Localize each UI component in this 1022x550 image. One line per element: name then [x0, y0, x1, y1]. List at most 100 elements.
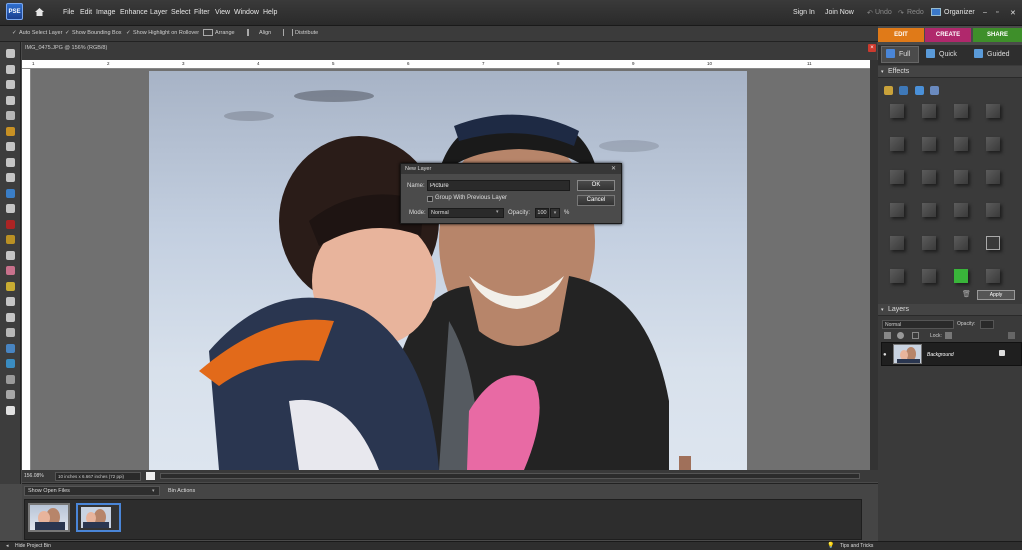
maximize-button[interactable]: ▫: [996, 9, 998, 16]
effect-thumbnail[interactable]: [986, 203, 1000, 217]
join-now-link[interactable]: Join Now: [825, 9, 854, 16]
menu-window[interactable]: Window: [234, 9, 259, 16]
all-effects-icon[interactable]: [930, 86, 939, 95]
eye-icon[interactable]: ●: [883, 352, 887, 358]
smart-brush-tool-icon[interactable]: [4, 312, 17, 323]
eraser-tool-icon[interactable]: [4, 265, 17, 276]
layer-blend-mode-select[interactable]: Normal: [882, 320, 954, 329]
effect-thumbnail[interactable]: [954, 236, 968, 250]
highlight-label[interactable]: Show Highlight on Rollover: [133, 30, 199, 36]
group-with-previous-label[interactable]: Group With Previous Layer: [435, 195, 507, 201]
bin-show-select[interactable]: Show Open Files: [24, 486, 160, 496]
healing-brush-tool-icon[interactable]: [4, 234, 17, 245]
effect-thumbnail[interactable]: [890, 203, 904, 217]
effect-thumbnail[interactable]: [890, 269, 904, 283]
home-icon[interactable]: [34, 7, 45, 17]
redo-icon[interactable]: ↷: [898, 9, 904, 17]
lasso-tool-icon[interactable]: [4, 126, 17, 137]
gradient-tool-icon[interactable]: [4, 343, 17, 354]
menu-help[interactable]: Help: [263, 9, 277, 16]
delete-layer-icon[interactable]: [1008, 332, 1015, 339]
effect-thumbnail[interactable]: [922, 269, 936, 283]
tab-share[interactable]: SHARE: [973, 28, 1022, 42]
effect-thumbnail[interactable]: [922, 170, 936, 184]
ok-button[interactable]: OK: [577, 180, 615, 191]
distribute-icon[interactable]: [283, 29, 293, 36]
effect-thumbnail[interactable]: [922, 203, 936, 217]
layer-name-input[interactable]: [427, 180, 570, 191]
hand-tool-icon[interactable]: [4, 79, 17, 90]
group-with-previous-checkbox[interactable]: [427, 196, 433, 202]
marquee-tool-icon[interactable]: [4, 110, 17, 121]
crop-tool-icon[interactable]: [4, 172, 17, 183]
tab-create[interactable]: CREATE: [925, 28, 971, 42]
zoom-tool-icon[interactable]: [4, 64, 17, 75]
layer-opacity-input[interactable]: [980, 320, 994, 329]
clone-stamp-tool-icon[interactable]: [4, 250, 17, 261]
tab-quick[interactable]: Quick: [939, 51, 957, 65]
menu-enhance[interactable]: Enhance: [120, 9, 148, 16]
link-icon[interactable]: [912, 332, 919, 339]
menu-filter[interactable]: Filter: [194, 9, 210, 16]
sign-in-link[interactable]: Sign In: [793, 9, 815, 16]
effect-thumbnail[interactable]: [986, 170, 1000, 184]
vertical-scrollbar[interactable]: [870, 60, 878, 470]
lock-transparent-icon[interactable]: [945, 332, 952, 339]
tips-and-tricks-button[interactable]: Tips and Tricks: [840, 543, 873, 549]
photo-effects-icon[interactable]: [915, 86, 924, 95]
paint-bucket-tool-icon[interactable]: [4, 327, 17, 338]
red-eye-tool-icon[interactable]: [4, 219, 17, 230]
document-size-readout[interactable]: 10 inches x 6.667 inches (72 ppi): [55, 472, 141, 481]
shape-tool-icon[interactable]: [4, 358, 17, 369]
zoom-level[interactable]: 156.08%: [24, 473, 44, 479]
effect-thumbnail[interactable]: [986, 236, 1000, 250]
effect-thumbnail[interactable]: [954, 203, 968, 217]
horizontal-scrollbar[interactable]: [160, 473, 860, 479]
straighten-tool-icon[interactable]: [4, 203, 17, 214]
arrange-button[interactable]: Arrange: [215, 30, 235, 36]
menu-image[interactable]: Image: [96, 9, 115, 16]
effect-thumbnail[interactable]: [954, 269, 968, 283]
effect-thumbnail[interactable]: [890, 236, 904, 250]
menu-edit[interactable]: Edit: [80, 9, 92, 16]
effect-thumbnail[interactable]: [954, 137, 968, 151]
opacity-input[interactable]: 100: [535, 208, 549, 218]
sponge-tool-icon[interactable]: [4, 389, 17, 400]
status-menu-icon[interactable]: [146, 472, 155, 480]
magic-wand-tool-icon[interactable]: [4, 141, 17, 152]
move-tool-icon[interactable]: [4, 48, 17, 59]
bin-thumbnail-selected[interactable]: [76, 503, 121, 532]
color-swatch-icon[interactable]: [4, 405, 17, 416]
hide-project-bin-button[interactable]: Hide Project Bin: [15, 543, 51, 549]
document-photo[interactable]: [149, 71, 747, 470]
effect-thumbnail[interactable]: [986, 137, 1000, 151]
menu-view[interactable]: View: [215, 9, 230, 16]
undo-icon[interactable]: ↶: [867, 9, 873, 17]
organizer-icon[interactable]: [931, 8, 941, 16]
text-tool-icon[interactable]: [4, 157, 17, 168]
opacity-dropdown-icon[interactable]: ▾: [550, 208, 560, 218]
effect-thumbnail[interactable]: [922, 137, 936, 151]
apply-button[interactable]: Apply: [977, 290, 1015, 300]
bin-thumbnail[interactable]: [28, 503, 70, 532]
undo-button[interactable]: Undo: [875, 9, 892, 16]
trash-icon[interactable]: 🗑: [962, 290, 971, 298]
document-title[interactable]: IMG_0475.JPG @ 156% (RGB/8): [25, 45, 107, 51]
eyedropper-tool-icon[interactable]: [4, 95, 17, 106]
arrange-icon[interactable]: [203, 29, 213, 36]
adjustment-layer-icon[interactable]: [897, 332, 904, 339]
effect-thumbnail[interactable]: [986, 104, 1000, 118]
effect-thumbnail[interactable]: [890, 137, 904, 151]
effect-thumbnail[interactable]: [986, 269, 1000, 283]
highlight-check[interactable]: ✓: [126, 30, 131, 36]
close-window-button[interactable]: ✕: [1010, 9, 1016, 17]
effect-thumbnail[interactable]: [890, 170, 904, 184]
distribute-button[interactable]: Distribute: [295, 30, 318, 36]
close-document-icon[interactable]: ×: [868, 44, 876, 52]
layers-panel-header[interactable]: ▾ Layers: [878, 304, 1022, 316]
pencil-tool-icon[interactable]: [4, 281, 17, 292]
align-button[interactable]: Align: [259, 30, 271, 36]
effect-thumbnail[interactable]: [954, 170, 968, 184]
effect-thumbnail[interactable]: [922, 104, 936, 118]
redo-button[interactable]: Redo: [907, 9, 924, 16]
